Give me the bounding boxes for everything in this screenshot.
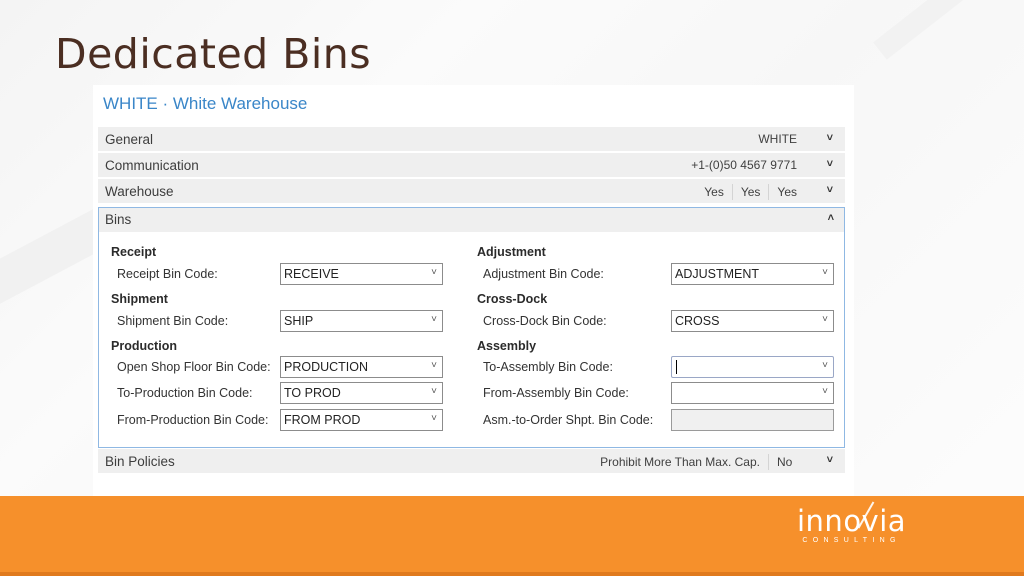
- field-label: Adjustment Bin Code:: [483, 267, 604, 281]
- dropdown-arrow-icon[interactable]: ˅: [431, 267, 437, 278]
- chevron-up-icon[interactable]: ˄: [828, 212, 834, 224]
- summary-value: No: [777, 455, 793, 469]
- field-value: ADJUSTMENT: [675, 267, 760, 281]
- fasttab-summary: WHITE: [758, 132, 797, 146]
- dropdown-arrow-icon[interactable]: ˅: [431, 413, 437, 424]
- to-assembly-bin-code-dropdown[interactable]: ˅: [671, 356, 834, 378]
- fasttab-summary: Prohibit More Than Max. Cap. No: [600, 454, 805, 470]
- fasttab-summary: Yes Yes Yes: [704, 184, 797, 200]
- chevron-down-icon[interactable]: ˅: [827, 184, 833, 196]
- summary-separator: [768, 454, 769, 470]
- group-assembly: Assembly: [477, 339, 537, 353]
- fasttab-bins-header[interactable]: Bins ˄: [99, 208, 844, 232]
- group-cross-dock: Cross-Dock: [477, 292, 548, 306]
- dropdown-arrow-icon[interactable]: ˅: [431, 386, 437, 397]
- receipt-bin-code-dropdown[interactable]: RECEIVE ˅: [280, 263, 443, 285]
- fasttab-general[interactable]: General WHITE ˅: [98, 127, 845, 152]
- chevron-down-icon[interactable]: ˅: [827, 158, 833, 170]
- summary-value: WHITE: [758, 132, 797, 146]
- field-label: Receipt Bin Code:: [117, 267, 218, 281]
- fasttab-label: Warehouse: [105, 184, 174, 199]
- background-decoration: [873, 0, 1024, 60]
- summary-separator: [768, 184, 770, 200]
- summary-separator: [731, 184, 733, 200]
- from-production-bin-code-dropdown[interactable]: FROM PROD ˅: [280, 409, 443, 431]
- field-label: From-Assembly Bin Code:: [483, 386, 629, 400]
- dropdown-arrow-icon[interactable]: ˅: [431, 314, 437, 325]
- from-assembly-bin-code-dropdown[interactable]: ˅: [671, 382, 834, 404]
- open-shop-floor-bin-code-dropdown[interactable]: PRODUCTION ˅: [280, 356, 443, 378]
- dropdown-arrow-icon[interactable]: ˅: [431, 360, 437, 371]
- group-production: Production: [111, 339, 177, 353]
- group-receipt: Receipt: [111, 245, 157, 259]
- fasttab-warehouse[interactable]: Warehouse Yes Yes Yes ˅: [98, 179, 845, 204]
- fasttab-communication[interactable]: Communication +1-(0)50 4567 9771 ˅: [98, 153, 845, 178]
- fasttab-label: Bins: [105, 212, 132, 227]
- fasttab-bins: Bins ˄ Receipt Receipt Bin Code: RECEIVE…: [98, 207, 845, 448]
- field-value: CROSS: [675, 314, 720, 328]
- innovia-logo: innovia CONSULTING: [797, 501, 907, 544]
- dropdown-arrow-icon[interactable]: ˅: [822, 386, 828, 397]
- cross-dock-bin-code-dropdown[interactable]: CROSS ˅: [671, 310, 834, 332]
- warehouse-card-window: WHITE · White Warehouse General WHITE ˅ …: [93, 85, 854, 497]
- chevron-down-icon[interactable]: ˅: [827, 454, 833, 466]
- shipment-bin-code-dropdown[interactable]: SHIP ˅: [280, 310, 443, 332]
- field-label: Cross-Dock Bin Code:: [483, 314, 607, 328]
- chevron-down-icon[interactable]: ˅: [827, 132, 833, 144]
- adjustment-bin-code-dropdown[interactable]: ADJUSTMENT ˅: [671, 263, 834, 285]
- field-label: Open Shop Floor Bin Code:: [117, 360, 271, 374]
- slide-title: Dedicated Bins: [55, 30, 372, 78]
- window-title: WHITE · White Warehouse: [103, 94, 308, 113]
- dropdown-arrow-icon[interactable]: ˅: [822, 267, 828, 278]
- field-label: To-Production Bin Code:: [117, 386, 253, 400]
- group-shipment: Shipment: [111, 292, 168, 306]
- field-label: Asm.-to-Order Shpt. Bin Code:: [483, 413, 654, 427]
- text-cursor: [676, 360, 677, 374]
- field-label: To-Assembly Bin Code:: [483, 360, 613, 374]
- fasttab-summary: +1-(0)50 4567 9771: [691, 158, 797, 172]
- to-production-bin-code-dropdown[interactable]: TO PROD ˅: [280, 382, 443, 404]
- dropdown-arrow-icon[interactable]: ˅: [822, 314, 828, 325]
- summary-value: +1-(0)50 4567 9771: [691, 158, 797, 172]
- group-adjustment: Adjustment: [477, 245, 546, 259]
- summary-label: Prohibit More Than Max. Cap.: [600, 455, 760, 469]
- summary-value: Yes: [704, 185, 724, 199]
- footer-shadow: [0, 572, 1024, 576]
- fasttab-label: General: [105, 132, 154, 147]
- field-value: PRODUCTION: [284, 360, 369, 374]
- field-value: SHIP: [284, 314, 314, 328]
- field-value: RECEIVE: [284, 267, 339, 281]
- summary-value: Yes: [740, 185, 761, 199]
- fasttab-label: Bin Policies: [105, 454, 175, 469]
- field-value: TO PROD: [284, 386, 341, 400]
- dropdown-arrow-icon[interactable]: ˅: [822, 360, 828, 371]
- logo-name: innovia: [797, 504, 907, 538]
- logo-subtitle: CONSULTING: [802, 537, 901, 544]
- summary-value: Yes: [777, 185, 797, 199]
- field-value: FROM PROD: [284, 413, 361, 427]
- asm-to-order-shpt-bin-code-field: [671, 409, 834, 431]
- fasttab-bin-policies[interactable]: Bin Policies Prohibit More Than Max. Cap…: [98, 449, 845, 474]
- fasttab-label: Communication: [105, 158, 199, 173]
- field-label: Shipment Bin Code:: [117, 314, 229, 328]
- field-label: From-Production Bin Code:: [117, 413, 269, 427]
